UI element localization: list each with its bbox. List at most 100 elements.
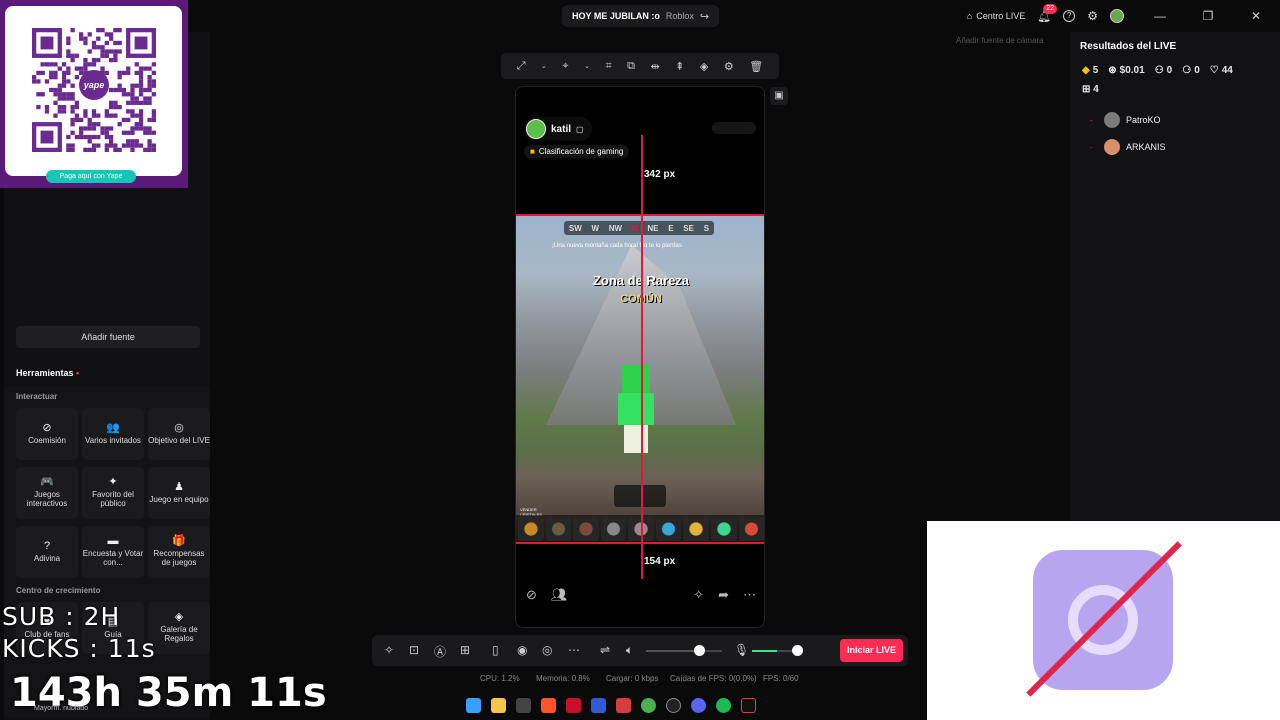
qr-module — [66, 96, 71, 101]
notifications-button[interactable]: 🔔︎ 22 — [1037, 3, 1058, 23]
qr-module — [108, 57, 114, 63]
share-icon[interactable]: ↪ — [700, 10, 709, 23]
anchor-icon[interactable]: ⌖ — [562, 60, 568, 73]
qr-module — [147, 100, 152, 105]
brave-icon[interactable] — [541, 697, 556, 713]
qr-module — [117, 87, 122, 93]
app-icon[interactable] — [566, 697, 581, 713]
chevron-down-icon[interactable]: ⌄ — [584, 62, 590, 70]
qr-module — [143, 100, 148, 105]
effects-icon[interactable]: ✧ — [384, 643, 394, 657]
stream-title-pill[interactable]: HOY ME JUBILAN :o Roblox ↪ — [562, 5, 720, 27]
add-source-button[interactable]: Añadir fuente — [16, 326, 200, 348]
qr-module — [151, 83, 156, 88]
tool-encuesta-y-votar-con[interactable]: ▬ Encuesta y Votar con... — [82, 526, 144, 578]
tool-favorito-del-público[interactable]: ✦ Favorito del público — [82, 467, 144, 519]
qr-module — [126, 143, 131, 148]
layout-icon[interactable]: ▣ — [770, 87, 788, 105]
duplicate-icon[interactable]: ⧉ — [627, 60, 635, 73]
chevron-down-icon[interactable]: ⌄ — [541, 62, 547, 70]
resize-icon[interactable]: ⤢ — [517, 60, 526, 73]
align-icon[interactable]: ⇞ — [675, 60, 684, 73]
volume-knob[interactable] — [694, 645, 706, 656]
more-icon[interactable]: ⋯ — [568, 643, 580, 657]
qr-module — [83, 134, 88, 140]
ai-icon[interactable]: Ⓐ — [434, 643, 446, 660]
settings-icon[interactable]: ⚙ — [724, 60, 734, 73]
speaker-icon[interactable]: 🔈︎ — [626, 643, 633, 658]
tool-galería-de-regalos[interactable]: ◈ Galería de Regalos — [148, 602, 210, 654]
go-live-button[interactable]: Iniciar LIVE — [840, 639, 903, 662]
gear-icon: ⚙ — [1087, 9, 1098, 23]
add-scene-icon[interactable]: ⊞ — [460, 643, 470, 657]
discord-icon[interactable] — [691, 697, 706, 713]
windows-start-icon[interactable] — [466, 697, 481, 713]
qr-module — [126, 130, 131, 135]
help-button[interactable]: ? — [1063, 10, 1076, 22]
mic-icon[interactable]: 🎙︎ — [734, 643, 749, 657]
add-camera-hint[interactable]: Añadir fuente de cámara — [956, 36, 1044, 45]
trash-icon[interactable]: 🗑︎ — [749, 60, 763, 73]
file-explorer-icon[interactable] — [491, 697, 506, 713]
qr-module — [147, 143, 152, 148]
tool-icon: ✦ — [108, 476, 118, 488]
qr-module — [70, 57, 75, 63]
tool-juego-en-equipo[interactable]: ♟ Juego en equipo — [148, 467, 210, 519]
tool-coemisión[interactable]: ⊘ Coemisión — [16, 408, 78, 460]
tool-objetivo-del-live[interactable]: ◎ Objetivo del LIVE — [148, 408, 210, 460]
qr-module — [147, 83, 152, 88]
viewer-item[interactable]: - ARKANIS — [1090, 139, 1166, 155]
settings-button[interactable]: ⚙ — [1087, 9, 1098, 23]
tool-recompensas-de-juegos[interactable]: 🎁 Recompensas de juegos — [148, 526, 210, 578]
live-center-button[interactable]: ⌂ Centro LIVE — [967, 11, 1025, 21]
qr-module — [138, 92, 144, 97]
viewer-item[interactable]: - PatroKO — [1090, 112, 1161, 128]
obs-icon[interactable] — [666, 697, 681, 713]
tool-varios-invitados[interactable]: 👥 Varios invitados — [82, 408, 144, 460]
growth-heading: Centro de crecimiento — [16, 586, 101, 595]
live-preview[interactable]: katil ▢ ■ Clasificación de gaming SW W NW N… — [515, 86, 765, 628]
mirror-icon[interactable]: ⇹ — [650, 60, 659, 73]
volume-slider[interactable] — [646, 650, 722, 652]
maximize-button[interactable]: ❐ — [1184, 9, 1232, 23]
app-icon[interactable] — [591, 697, 606, 713]
tool-icon: 👥 — [106, 421, 120, 434]
qr-module — [70, 92, 75, 97]
store-icon[interactable] — [516, 697, 531, 713]
hotbar-slot — [518, 517, 544, 541]
profile-avatar[interactable] — [1110, 9, 1124, 23]
mixer-icon[interactable]: ⇌ — [600, 643, 610, 657]
yape-qr-overlay: yape Paga aquí con Yape — [0, 0, 188, 188]
diamonds-value: 5 — [1092, 65, 1099, 76]
tool-juegos-interactivos[interactable]: 🎮 Juegos interactivos — [16, 467, 78, 519]
edit-toolbar: ⤢ ⌄ ⌖ ⌄ ⌗ ⧉ ⇹ ⇞ ◈ ⚙ 🗑︎ — [501, 53, 779, 79]
qr-module — [96, 36, 101, 41]
minimize-button[interactable]: — — [1136, 9, 1184, 23]
qr-module — [147, 130, 152, 135]
mic-knob[interactable] — [792, 645, 803, 656]
tool-icon: ♟ — [174, 480, 184, 493]
qr-module — [151, 147, 156, 152]
target-icon[interactable]: ◎ — [542, 643, 552, 657]
qr-module — [138, 70, 144, 76]
tiktok-live-icon[interactable] — [741, 697, 756, 713]
viewers-icon: ⚇ — [1154, 65, 1164, 76]
qr-module — [126, 70, 131, 76]
layers-icon[interactable]: ◈ — [700, 60, 708, 73]
record-icon[interactable]: ◉ — [517, 643, 527, 657]
chrome-icon[interactable] — [641, 697, 656, 713]
qr-module — [87, 134, 92, 140]
spotify-icon[interactable] — [716, 697, 731, 713]
qr-module — [117, 147, 122, 152]
valorant-icon[interactable] — [616, 697, 631, 713]
qr-module — [66, 79, 71, 84]
tool-adivina[interactable]: ? Adivina — [16, 526, 78, 578]
compass-direction: E — [668, 223, 674, 233]
mobile-icon[interactable]: ▯ — [492, 643, 499, 657]
qr-module — [87, 126, 92, 131]
close-button[interactable]: ✕ — [1232, 9, 1280, 23]
crop-icon[interactable]: ⌗ — [605, 60, 611, 73]
qr-module — [40, 36, 54, 50]
captions-icon[interactable]: ⊡ — [409, 643, 419, 657]
viewer-name: ARKANIS — [1126, 142, 1166, 152]
